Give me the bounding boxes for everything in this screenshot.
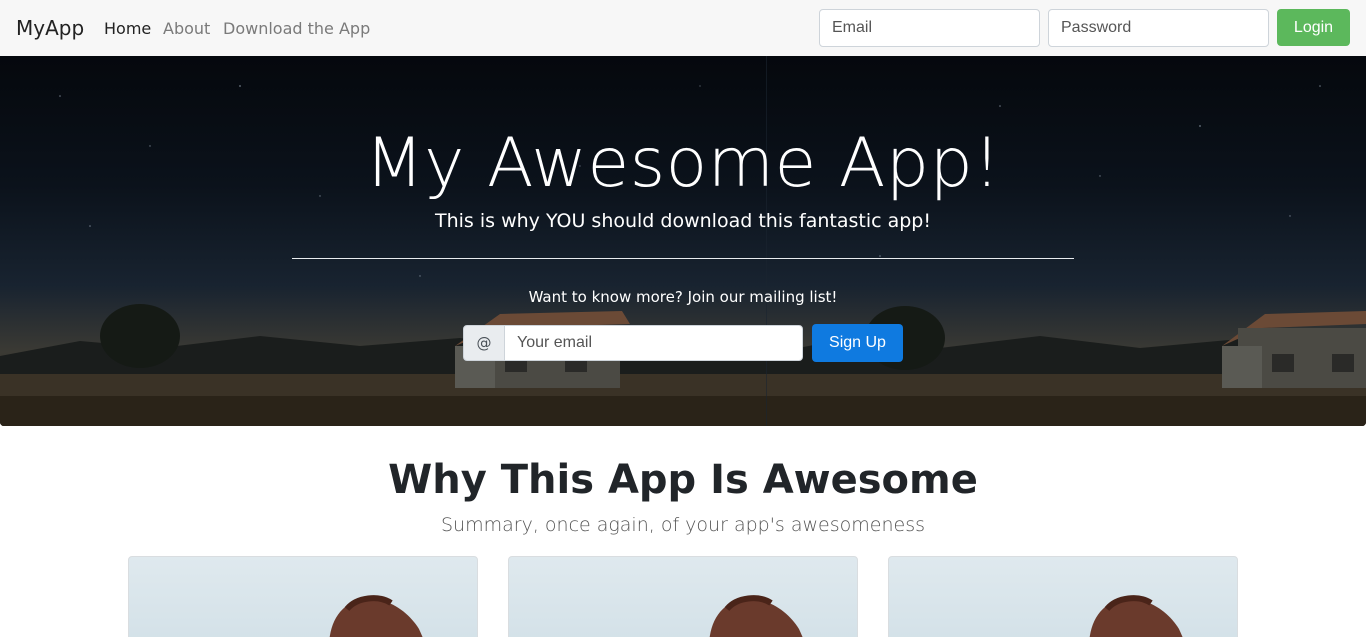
section-title: Why This App Is Awesome bbox=[388, 457, 978, 503]
at-icon: @ bbox=[463, 325, 505, 361]
hero-background-image bbox=[0, 56, 1366, 426]
signup-button[interactable]: Sign Up bbox=[812, 324, 903, 362]
card-image bbox=[329, 595, 423, 637]
feature-card bbox=[888, 556, 1238, 637]
login-button[interactable]: Login bbox=[1277, 9, 1350, 46]
hero-title: My Awesome App! bbox=[364, 124, 1002, 203]
nav-link-about[interactable]: About bbox=[163, 19, 210, 38]
hero-banner: My Awesome App! This is why YOU should d… bbox=[0, 56, 1366, 426]
email-field[interactable] bbox=[819, 9, 1040, 47]
mailing-list-text: Want to know more? Join our mailing list… bbox=[528, 288, 838, 306]
section-subtitle: Summary, once again, of your app's aweso… bbox=[441, 514, 925, 536]
nav-link-download[interactable]: Download the App bbox=[223, 19, 370, 38]
nav-link-home[interactable]: Home bbox=[104, 19, 151, 38]
card-image bbox=[1089, 595, 1183, 637]
hero-divider bbox=[292, 258, 1074, 259]
card-image bbox=[709, 595, 803, 637]
feature-card bbox=[508, 556, 858, 637]
feature-card bbox=[128, 556, 478, 637]
mailing-email-input[interactable] bbox=[504, 325, 803, 361]
top-navbar: MyApp Home About Download the App Login bbox=[0, 0, 1366, 56]
hero-subtitle: This is why YOU should download this fan… bbox=[435, 210, 931, 232]
password-field[interactable] bbox=[1048, 9, 1269, 47]
brand-link[interactable]: MyApp bbox=[16, 16, 84, 40]
